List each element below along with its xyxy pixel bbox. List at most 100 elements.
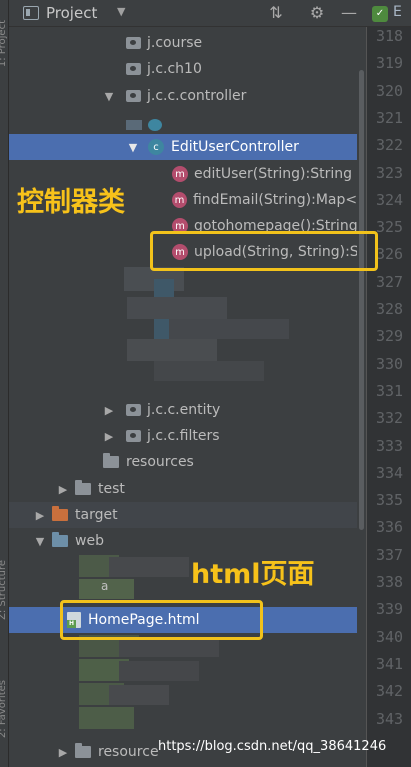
tree-item-label: j.c.c.filters bbox=[147, 428, 220, 444]
hide-icon[interactable]: — bbox=[339, 3, 359, 22]
line-number: 343 bbox=[376, 709, 404, 728]
chevron-right-icon[interactable]: ▶ bbox=[102, 404, 116, 417]
redacted-block bbox=[79, 707, 134, 729]
tree-item-label: resource bbox=[98, 744, 159, 760]
chevron-right-icon[interactable]: ▶ bbox=[56, 483, 70, 496]
tree-item-label: test bbox=[98, 481, 125, 497]
watermark: https://blog.csdn.net/qq_38641246 bbox=[158, 739, 387, 754]
line-number: 338 bbox=[376, 573, 404, 591]
tree-item-label: findEmail(String):Map<S bbox=[192, 192, 366, 208]
line-number: 319 bbox=[376, 54, 404, 73]
tree-item-label: resources bbox=[126, 454, 194, 470]
project-window-icon bbox=[23, 6, 39, 20]
tree-item-edit-user-controller[interactable]: ▼ c EditUserController bbox=[9, 134, 366, 160]
chevron-right-icon[interactable]: ▶ bbox=[102, 430, 116, 443]
line-number: 334 bbox=[376, 463, 404, 482]
line-number: 341 bbox=[376, 654, 404, 673]
tree-item-web[interactable]: ▼ web bbox=[9, 528, 366, 554]
line-number: 321 bbox=[376, 108, 404, 127]
redacted-block bbox=[169, 319, 289, 339]
gear-icon[interactable]: ⚙ bbox=[307, 3, 327, 22]
line-number: 325 bbox=[376, 218, 404, 237]
tree-item-label: editUser(String):String bbox=[194, 166, 352, 182]
project-header: Project ▼ ⇅ ⚙ — bbox=[9, 0, 366, 27]
line-number: 329 bbox=[376, 327, 404, 346]
tree-item-label: j.c.c.entity bbox=[147, 402, 221, 418]
line-number: 330 bbox=[376, 354, 404, 373]
favorites-side-tab[interactable]: 2: Favorites bbox=[0, 680, 8, 738]
tree-item-target[interactable]: ▶ target bbox=[9, 502, 366, 528]
line-number: 320 bbox=[376, 81, 404, 100]
folder-icon bbox=[103, 453, 119, 468]
tree-item-label: j.c.ch10 bbox=[147, 61, 202, 77]
line-number: 323 bbox=[376, 163, 404, 182]
line-number: 335 bbox=[376, 491, 404, 510]
redacted-block bbox=[127, 297, 227, 319]
line-number: 324 bbox=[376, 190, 404, 209]
tree-item-label: j.course bbox=[147, 35, 203, 51]
chevron-down-icon[interactable]: ▼ bbox=[33, 535, 47, 548]
line-number: 318 bbox=[376, 27, 404, 45]
folder-icon bbox=[75, 743, 91, 758]
chevron-down-icon[interactable]: ▼ bbox=[102, 90, 116, 103]
left-tool-strip: 1: Project Z: Structure 2: Favorites bbox=[0, 0, 9, 767]
tree-item-label: target bbox=[75, 507, 118, 523]
editor-tab-label[interactable]: E bbox=[393, 4, 402, 20]
line-number: 322 bbox=[376, 136, 404, 155]
partial-label: a bbox=[101, 579, 109, 593]
tree-scrollbar-thumb[interactable] bbox=[359, 70, 364, 530]
line-number: 337 bbox=[376, 545, 404, 564]
highlight-box-homepage bbox=[60, 600, 263, 640]
tree-item-label: web bbox=[75, 533, 104, 549]
redacted-block bbox=[119, 637, 219, 657]
line-number: 332 bbox=[376, 409, 404, 428]
method-icon: m bbox=[172, 192, 187, 208]
redacted-block bbox=[119, 661, 199, 681]
tree-item-ch10[interactable]: j.c.ch10 bbox=[9, 56, 366, 82]
project-title[interactable]: Project bbox=[46, 4, 97, 22]
folder-icon bbox=[52, 532, 68, 547]
line-number: 327 bbox=[376, 272, 404, 291]
chevron-down-icon[interactable]: ▼ bbox=[117, 5, 125, 18]
chevron-right-icon[interactable]: ▶ bbox=[56, 746, 70, 759]
tree-item-entity[interactable]: ▶ j.c.c.entity bbox=[9, 397, 366, 423]
collapse-all-icon[interactable]: ⇅ bbox=[266, 3, 286, 22]
project-side-tab[interactable]: 1: Project bbox=[0, 20, 8, 67]
package-icon bbox=[126, 63, 141, 75]
line-number: 328 bbox=[376, 300, 404, 318]
method-icon: m bbox=[172, 166, 188, 182]
line-number: 331 bbox=[376, 381, 404, 400]
redacted-block bbox=[109, 685, 169, 705]
redacted-block bbox=[127, 339, 217, 361]
tree-item-controller[interactable]: ▼ j.c.c.controller bbox=[9, 83, 366, 109]
tree-item-label: EditUserController bbox=[171, 139, 299, 155]
tree-item-obscured[interactable] bbox=[9, 109, 366, 135]
package-icon bbox=[126, 430, 141, 442]
package-icon bbox=[126, 90, 141, 102]
chevron-down-icon[interactable]: ▼ bbox=[126, 141, 140, 154]
package-icon bbox=[126, 37, 141, 49]
class-icon: c bbox=[148, 139, 164, 155]
html-annotation: html页面 bbox=[191, 559, 315, 590]
line-number: 333 bbox=[376, 436, 404, 455]
controller-annotation: 控制器类 bbox=[17, 187, 125, 218]
file-tab-icon[interactable]: ✓ bbox=[372, 6, 388, 22]
folder-icon bbox=[52, 506, 68, 521]
line-number: 340 bbox=[376, 627, 404, 646]
tree-item-course[interactable]: j.course bbox=[9, 30, 366, 56]
redacted-block bbox=[109, 557, 189, 577]
structure-side-tab[interactable]: Z: Structure bbox=[0, 560, 8, 620]
project-tree: j.course j.c.ch10 ▼ j.c.c.controller ▼ c… bbox=[9, 27, 366, 767]
line-number: 336 bbox=[376, 518, 404, 537]
tree-item-filters[interactable]: ▶ j.c.c.filters bbox=[9, 423, 366, 449]
line-number: 342 bbox=[376, 682, 404, 701]
folder-icon bbox=[75, 480, 91, 495]
tree-item-label: j.c.c.controller bbox=[147, 88, 247, 104]
chevron-right-icon[interactable]: ▶ bbox=[33, 509, 47, 522]
line-number: 339 bbox=[376, 600, 404, 619]
package-icon bbox=[126, 404, 141, 416]
highlight-box-upload bbox=[150, 231, 378, 271]
tree-item-test[interactable]: ▶ test bbox=[9, 476, 366, 502]
line-number: 326 bbox=[376, 245, 404, 264]
tree-item-resources[interactable]: resources bbox=[9, 449, 366, 475]
